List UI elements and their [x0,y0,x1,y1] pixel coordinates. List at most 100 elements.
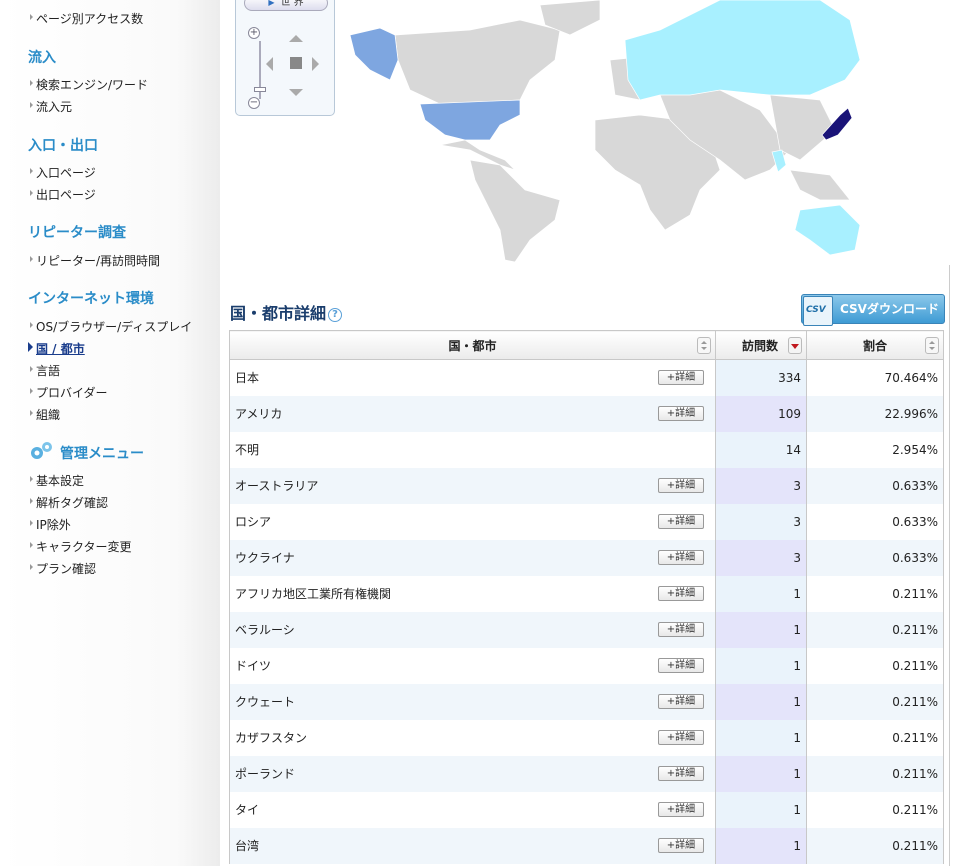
sidebar-item-tag-check[interactable]: 解析タグ確認 [30,494,108,511]
main-content: ▶ 世 界 + − 国・都市詳細? CSV CSVダウンロード 国・都市 訪問数… [220,0,950,866]
table-body: 日本 +詳細 334 70.464% アメリカ +詳細 109 22.996% 不明 14 2.95… [229,359,944,864]
table-row: ロシア +詳細 3 0.633% [229,503,944,540]
sidebar-item-ip-exclude[interactable]: IP除外 [30,516,71,533]
country-cell: ロシア +詳細 [229,503,716,540]
pan-up-icon[interactable] [289,35,303,42]
zoom-slider-thumb[interactable] [254,87,266,92]
column-header-country[interactable]: 国・都市 [229,330,716,360]
visits-cell: 1 [715,575,807,612]
table-row: ポーランド +詳細 1 0.211% [229,755,944,792]
section-title-text: 国・都市詳細 [230,304,327,323]
world-map[interactable]: ▶ 世 界 + − [220,0,950,265]
csv-file-icon: CSV [803,296,833,326]
column-header-label: 割合 [862,338,887,353]
csv-download-label: CSVダウンロード [840,302,939,316]
country-name: ロシア [235,515,272,529]
sidebar-item-provider[interactable]: プロバイダー [30,384,108,401]
sidebar-item-country-city[interactable]: 国 / 都市 [28,340,85,357]
table-row: ベラルーシ +詳細 1 0.211% [229,611,944,648]
map-reset-button[interactable] [290,57,302,69]
detail-button[interactable]: +詳細 [658,622,704,637]
detail-button[interactable]: +詳細 [658,658,704,673]
share-cell: 0.633% [806,467,944,504]
map-region-south-america [469,159,561,263]
detail-button[interactable]: +詳細 [658,514,704,529]
sidebar: ページ別アクセス数 流入 検索エンジン/ワード 流入元 入口・出口 入口ページ … [0,0,220,866]
sort-desc-icon[interactable] [788,337,802,354]
table-header-row: 国・都市 訪問数 割合 [229,330,944,360]
sidebar-item-organization[interactable]: 組織 [30,406,60,423]
column-header-share[interactable]: 割合 [806,330,944,360]
detail-button[interactable]: +詳細 [658,802,704,817]
csv-download-button[interactable]: CSV CSVダウンロード [801,294,945,326]
country-name: ポーランド [235,767,296,781]
help-icon[interactable]: ? [328,308,343,322]
sidebar-item-page-access[interactable]: ページ別アクセス数 [30,10,143,27]
detail-button[interactable]: +詳細 [658,478,704,493]
pan-down-icon[interactable] [289,89,303,96]
share-cell: 0.211% [806,719,944,756]
detail-button[interactable]: +詳細 [658,550,704,565]
zoom-out-button[interactable]: − [248,97,260,109]
country-name: クウェート [235,695,296,709]
sort-icon[interactable] [697,337,711,354]
country-name: ウクライナ [235,551,295,565]
sidebar-item-basic-settings[interactable]: 基本設定 [30,472,84,489]
sidebar-item-repeater[interactable]: リピーター/再訪問時間 [30,252,160,269]
pan-right-icon[interactable] [312,57,319,71]
share-cell: 0.211% [806,827,944,864]
sidebar-item-character-change[interactable]: キャラクター変更 [30,538,132,555]
sidebar-item-referrer[interactable]: 流入元 [30,98,72,115]
table-row: 台湾 +詳細 1 0.211% [229,827,944,864]
table-row: 不明 14 2.954% [229,431,944,468]
sidebar-item-exit-page[interactable]: 出口ページ [30,186,96,203]
sidebar-item-os-browser[interactable]: OS/ブラウザー/ディスプレイ [30,318,192,335]
country-cell: 不明 [229,431,716,468]
table-row: クウェート +詳細 1 0.211% [229,683,944,720]
world-view-button[interactable]: ▶ 世 界 [244,0,328,11]
sidebar-item-label: 国 / 都市 [36,342,85,356]
visits-cell: 334 [715,359,807,396]
detail-button[interactable]: +詳細 [658,406,704,421]
visits-cell: 1 [715,683,807,720]
table-row: オーストラリア +詳細 3 0.633% [229,467,944,504]
detail-button[interactable]: +詳細 [658,838,704,853]
country-name: オーストラリア [235,479,319,493]
share-cell: 0.211% [806,611,944,648]
country-cell: ベラルーシ +詳細 [229,611,716,648]
country-cell: カザフスタン +詳細 [229,719,716,756]
zoom-in-button[interactable]: + [248,27,260,39]
map-region-southeast-asia [789,169,851,201]
gear-icon [31,442,52,459]
sidebar-item-label: リピーター/再訪問時間 [36,254,161,268]
table-row: アフリカ地区工業所有権機関 +詳細 1 0.211% [229,575,944,612]
sidebar-item-label: 流入元 [36,100,73,114]
sidebar-item-search-engine[interactable]: 検索エンジン/ワード [30,76,148,93]
country-name: 日本 [235,371,260,386]
map-region-canada [394,19,561,105]
sidebar-item-label: 出口ページ [36,188,96,202]
country-name: アフリカ地区工業所有権機関 [235,587,392,601]
play-icon: ▶ [268,0,275,7]
country-cell: アフリカ地区工業所有権機関 +詳細 [229,575,716,612]
sort-icon[interactable] [925,337,939,354]
country-cell: クウェート +詳細 [229,683,716,720]
column-header-visits[interactable]: 訪問数 [715,330,807,360]
pan-left-icon[interactable] [266,57,273,71]
detail-button[interactable]: +詳細 [658,766,704,781]
section-title-internet-env: インターネット環境 [28,291,154,307]
share-cell: 0.633% [806,539,944,576]
share-cell: 22.996% [806,395,944,432]
share-cell: 2.954% [806,431,944,468]
detail-button[interactable]: +詳細 [658,370,704,386]
world-view-label: 世 界 [280,0,304,8]
country-cell: タイ +詳細 [229,791,716,828]
sidebar-item-entry-page[interactable]: 入口ページ [30,164,96,181]
sidebar-item-plan-check[interactable]: プラン確認 [30,560,96,577]
detail-button[interactable]: +詳細 [658,694,704,709]
detail-button[interactable]: +詳細 [658,586,704,601]
visits-cell: 3 [715,467,807,504]
detail-button[interactable]: +詳細 [658,730,704,745]
sidebar-item-label: 基本設定 [36,474,85,488]
sidebar-item-language[interactable]: 言語 [30,362,60,379]
